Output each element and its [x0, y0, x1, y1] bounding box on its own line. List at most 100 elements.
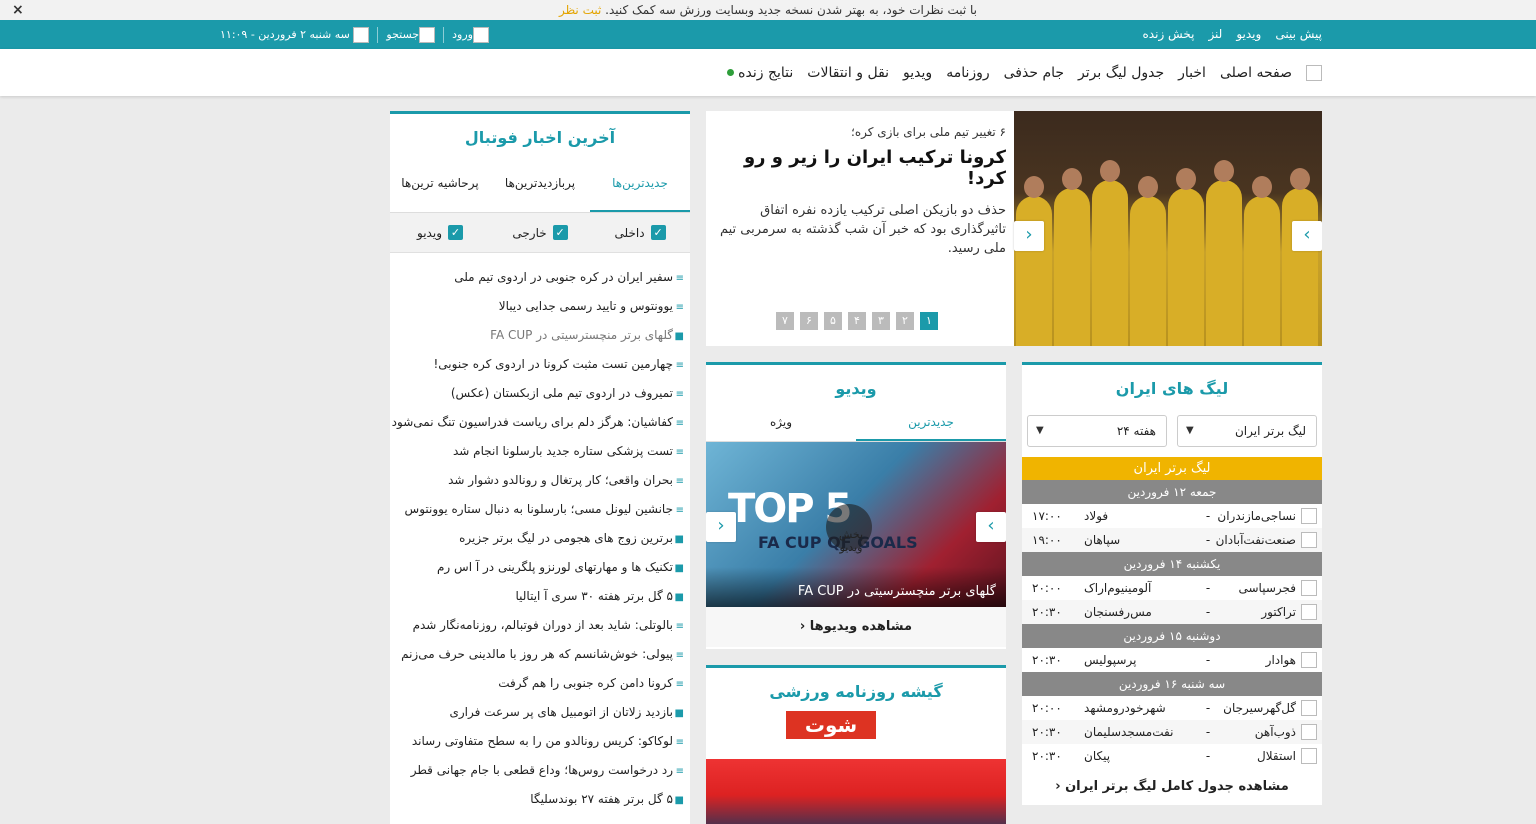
home-team: هوادار — [1265, 653, 1296, 667]
match-time: ۱۷:۰۰ — [1032, 509, 1062, 523]
newspaper-cover[interactable]: شوت — [706, 711, 1006, 824]
news-list-item[interactable]: ≡جانشین لیونل مسی؛ بارسلونا به دنبال ستا… — [390, 495, 684, 524]
match-row[interactable]: صنعت‌نفت‌آبادان - سپاهان ۱۹:۰۰ — [1022, 528, 1322, 552]
news-list-item[interactable]: ≡پیولی: خوش‌شانسم که هر روز با مالدینی ح… — [390, 640, 684, 669]
match-day-header: دوشنبه ۱۵ فروردین — [1022, 624, 1322, 648]
tab-video-newest[interactable]: جدیدترین — [856, 406, 1006, 441]
player-figure — [1016, 196, 1052, 346]
slider-page-button[interactable]: ۷ — [776, 312, 794, 330]
score-separator: - — [1205, 605, 1211, 619]
match-row[interactable]: ذوب‌آهن - نفت‌مسجدسلیمان ۲۰:۳۰ — [1022, 720, 1322, 744]
latest-news-panel: آخرین اخبار فوتبال جدیدترین‌ها پربازدیدت… — [390, 111, 690, 824]
news-list-item[interactable]: ■۵ گل برتر هفته ۳۰ سری آ ایتالیا — [390, 582, 684, 611]
tab-video-featured[interactable]: ویژه — [706, 406, 856, 441]
nav-live-results[interactable]: نتایج زنده — [727, 65, 793, 81]
league-select[interactable]: لیگ برتر ایران ▼ — [1177, 415, 1317, 447]
filter-foreign[interactable]: ✓ خارجی — [490, 225, 590, 240]
slider-page-button[interactable]: ۱ — [920, 312, 938, 330]
news-list-item[interactable]: ≡بحران واقعی؛ کار پرتغال و رونالدو دشوار… — [390, 466, 684, 495]
checkbox-checked-icon[interactable]: ✓ — [650, 225, 666, 240]
tab-most-viewed[interactable]: پربازدیدترین‌ها — [490, 158, 590, 212]
team-logo-icon — [1301, 748, 1317, 764]
nav-cup[interactable]: جام حذفی — [1004, 65, 1064, 81]
match-row[interactable]: تراکتور - مس‌رفسنجان ۲۰:۳۰ — [1022, 600, 1322, 624]
home-team: صنعت‌نفت‌آبادان — [1215, 533, 1296, 547]
slider-page-button[interactable]: ۴ — [848, 312, 866, 330]
slider-next-chevron-icon[interactable]: › — [1292, 221, 1322, 251]
player-head — [1100, 160, 1120, 182]
news-list-item[interactable]: ≡لوکاکو: کریس رونالدو من را به سطح متفاو… — [390, 727, 684, 756]
news-list-item[interactable]: ≡کفاشیان: هرگز دلم برای ریاست فدراسیون ت… — [390, 408, 684, 437]
tab-most-controversial[interactable]: پرحاشیه ترین‌ها — [390, 158, 490, 212]
match-time: ۲۰:۳۰ — [1032, 749, 1062, 763]
top-link-lens[interactable]: لنز — [1208, 20, 1222, 49]
full-table-link[interactable]: مشاهده جدول کامل لیگ برتر ایران ‹ — [1022, 768, 1322, 806]
video-thumbnail[interactable]: TOP 5 FA CUP QF GOALS پخش ویدیو › ‹ گلها… — [706, 442, 1006, 607]
news-list-item[interactable]: ■۵ گل برتر هفته ۲۷ بوندسلیگا — [390, 785, 684, 814]
slider-prev-chevron-icon[interactable]: ‹ — [1014, 221, 1044, 251]
tab-newest[interactable]: جدیدترین‌ها — [590, 158, 690, 212]
news-list-item[interactable]: ≡کرونا دامن کره جنوبی را هم گرفت — [390, 669, 684, 698]
top-link-live[interactable]: پخش زنده — [1143, 20, 1195, 49]
video-next-chevron-icon[interactable]: › — [976, 512, 1006, 542]
checkbox-checked-icon[interactable]: ✓ — [552, 225, 568, 240]
news-list-item[interactable]: ≡رد درخواست روس‌ها؛ وداع قطعی با جام جها… — [390, 756, 684, 785]
nav-transfers[interactable]: نقل و انتقالات — [807, 65, 889, 81]
match-row[interactable]: فجرسپاسی - آلومینیوم‌اراک ۲۰:۰۰ — [1022, 576, 1322, 600]
checkbox-checked-icon[interactable]: ✓ — [448, 225, 463, 240]
more-videos-link[interactable]: مشاهده ویدیوها ‹ — [706, 607, 1006, 647]
news-list-item[interactable]: ≡تمیروف در اردوی تیم ملی ازبکستان (عکس) — [390, 379, 684, 408]
site-logo[interactable] — [1306, 64, 1322, 81]
nav-newspaper[interactable]: روزنامه — [946, 65, 989, 81]
news-list-item[interactable]: ■گلهای برتر منچسترسیتی در FA CUP — [390, 321, 684, 350]
player-figure — [1130, 196, 1166, 346]
score-separator: - — [1205, 581, 1211, 595]
slider-page-button[interactable]: ۶ — [800, 312, 818, 330]
slider-page-button[interactable]: ۳ — [872, 312, 890, 330]
match-row[interactable]: نساجی‌مازندران - فولاد ۱۷:۰۰ — [1022, 504, 1322, 528]
video-caption[interactable]: گلهای برتر منچسترسیتی در FA CUP — [706, 567, 1006, 607]
slider-page-button[interactable]: ۵ — [824, 312, 842, 330]
close-icon[interactable]: × — [12, 0, 24, 20]
nav-home[interactable]: صفحه اصلی — [1220, 65, 1292, 81]
player-head — [1024, 176, 1044, 198]
feedback-link[interactable]: ثبت نظر — [559, 3, 601, 17]
chevron-down-icon: ▼ — [1036, 425, 1044, 436]
slider-page-button[interactable]: ۲ — [896, 312, 914, 330]
news-list-item[interactable]: ≡چهارمین تست مثبت کرونا در اردوی کره جنو… — [390, 350, 684, 379]
match-day-header: یکشنبه ۱۴ فروردین — [1022, 552, 1322, 576]
nav-league-table[interactable]: جدول لیگ برتر — [1078, 65, 1164, 81]
match-row[interactable]: هوادار - پرسپولیس ۲۰:۳۰ — [1022, 648, 1322, 672]
player-head — [1290, 168, 1310, 190]
slide-text: ۶ تغییر تیم ملی برای بازی کره؛ کرونا ترک… — [712, 125, 1006, 258]
news-list-item[interactable]: ≡بالوتلی: شاید بعد از دوران فوتبالم، روز… — [390, 611, 684, 640]
login-link[interactable]: ورود — [452, 26, 489, 43]
date-time: سه شنبه ۲ فروردین - ۱۱:۰۹ — [220, 26, 370, 43]
away-team: نفت‌مسجدسلیمان — [1084, 725, 1174, 739]
top-link-prediction[interactable]: پیش بینی — [1275, 20, 1322, 49]
hero-slider: ۶ تغییر تیم ملی برای بازی کره؛ کرونا ترک… — [706, 111, 1322, 346]
filter-video[interactable]: ✓ ویدیو — [390, 225, 490, 240]
news-list-item[interactable]: ■تکنیک ها و مهارتهای لورنزو پلگرینی در آ… — [390, 553, 684, 582]
video-prev-chevron-icon[interactable]: ‹ — [706, 512, 736, 542]
slide-image[interactable] — [1014, 111, 1322, 346]
video-camera-icon: ■ — [674, 563, 684, 574]
text-lines-icon: ≡ — [675, 476, 684, 487]
nav-news[interactable]: اخبار — [1178, 65, 1206, 81]
video-tabs: جدیدترین ویژه — [706, 406, 1006, 442]
newspaper-panel: گیشه روزنامه ورزشی شوت — [706, 665, 1006, 824]
slide-title[interactable]: کرونا ترکیب ایران را زیر و رو کرد! — [712, 147, 1006, 189]
week-select[interactable]: هفته ۲۴ ▼ — [1027, 415, 1167, 447]
news-list-item[interactable]: ≡سفیر ایران در کره جنوبی در اردوی تیم مل… — [390, 263, 684, 292]
news-list-item[interactable]: ■برترین زوج های هجومی در لیگ برتر جزیره — [390, 524, 684, 553]
filter-domestic[interactable]: ✓ داخلی — [590, 225, 690, 240]
news-list-item[interactable]: ■بازدید زلاتان از اتومبیل های پر سرعت فر… — [390, 698, 684, 727]
match-row[interactable]: گل‌گهرسیرجان - شهرخودرومشهد ۲۰:۰۰ — [1022, 696, 1322, 720]
slide-lead: حذف دو بازیکن اصلی ترکیب یازده نفره اتفا… — [719, 203, 1006, 256]
news-list-item[interactable]: ≡تست پزشکی ستاره جدید بارسلونا انجام شد — [390, 437, 684, 466]
match-row[interactable]: استقلال - پیکان ۲۰:۳۰ — [1022, 744, 1322, 768]
top-link-video[interactable]: ویدیو — [1236, 20, 1261, 49]
nav-video[interactable]: ویدیو — [903, 65, 932, 81]
news-list-item[interactable]: ≡یوونتوس و تایید رسمی جدایی دیبالا — [390, 292, 684, 321]
search-button[interactable]: جستجو — [386, 26, 436, 43]
